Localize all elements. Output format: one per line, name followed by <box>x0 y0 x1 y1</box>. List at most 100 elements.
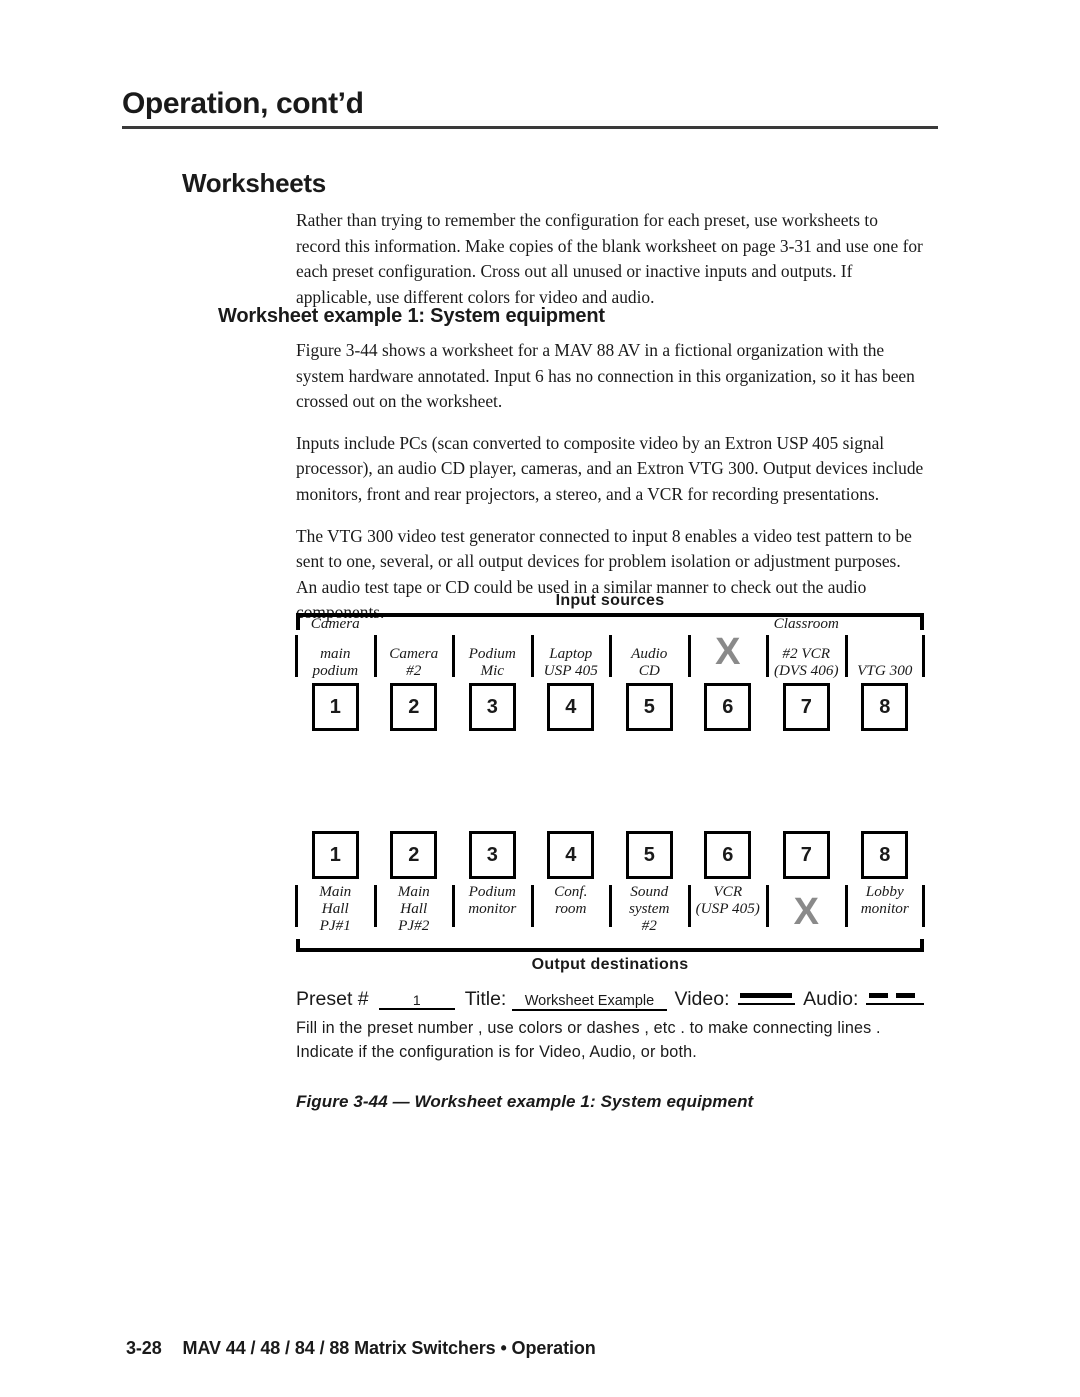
output-box-7[interactable]: 7 <box>782 831 830 879</box>
paragraph-inputs-outputs: Inputs include PCs (scan converted to co… <box>296 432 924 504</box>
divider-bar <box>373 635 377 677</box>
output-label-4-line-1: Conf. <box>554 883 588 900</box>
output-number-cell: 3 <box>453 831 532 879</box>
preset-number-field[interactable]: 1 <box>378 992 455 1010</box>
output-number-row: 1 2 3 4 5 6 7 8 <box>296 831 924 879</box>
output-destinations-heading: Output destinations <box>531 956 689 973</box>
worksheet-instruction-2: Indicate if the configuration is for Vid… <box>296 1043 697 1061</box>
input-label-8-line-1: VTG 300 <box>857 662 913 679</box>
input-box-5[interactable]: 5 <box>625 683 673 731</box>
running-header-title: Operation, cont’d <box>122 87 364 120</box>
output-label-1-line-2: Hall <box>321 900 349 917</box>
input-label-2: Camera #2 <box>373 617 454 679</box>
title-field[interactable]: Worksheet Example <box>512 993 667 1011</box>
output-label-1: Main Hall PJ#1 <box>295 883 375 945</box>
output-label-4: Conf. room <box>530 883 611 945</box>
output-label-1-line-1: Main <box>319 883 352 900</box>
paragraph-intro: Rather than trying to remember the confi… <box>296 210 923 307</box>
preset-label: Preset # <box>296 988 369 1010</box>
output-label-8: Lobby monitor <box>844 883 925 945</box>
input-box-8[interactable]: 8 <box>861 683 909 731</box>
output-number-cell: 1 <box>296 831 375 879</box>
input-label-2-line-1: Camera <box>389 645 439 662</box>
crossout-x-icon: X <box>715 631 741 673</box>
video-line-field[interactable] <box>737 993 796 1005</box>
input-label-7: Classroom #2 VCR (DVS 406) <box>766 615 846 679</box>
output-box-4[interactable]: 4 <box>547 831 595 879</box>
crossout-x-icon: X <box>793 891 819 933</box>
output-label-2: Main Hall PJ#2 <box>373 883 454 945</box>
input-label-1-line-3: podium <box>312 662 359 679</box>
worksheet-instruction-1: Fill in the preset number , use colors o… <box>296 1019 881 1037</box>
output-number-cell: 8 <box>846 831 925 879</box>
input-label-3-line-2: Mic <box>480 662 505 679</box>
output-label-3-line-2: monitor <box>468 900 517 917</box>
input-box-2[interactable]: 2 <box>390 683 438 731</box>
input-box-1[interactable]: 1 <box>311 683 359 731</box>
output-label-2-line-1: Main <box>397 883 430 900</box>
output-box-2[interactable]: 2 <box>390 831 438 879</box>
divider-bar <box>452 635 455 677</box>
input-label-6-crossed-out: X <box>687 617 768 679</box>
input-label-3-line-1: Podium <box>468 645 516 662</box>
input-label-1: Camera main podium <box>295 615 375 679</box>
output-number-cell: 5 <box>610 831 689 879</box>
output-label-3: Podium monitor <box>452 883 532 945</box>
input-number-cell: 2 <box>375 683 454 731</box>
figure-caption: Figure 3-44 — Worksheet example 1: Syste… <box>296 1092 754 1111</box>
input-label-band: Camera main podium Camera #2 Podium Mic … <box>295 615 925 679</box>
divider-bar <box>766 885 769 927</box>
input-box-6[interactable]: 6 <box>704 683 752 731</box>
output-label-5-line-1: Sound <box>630 883 669 900</box>
header-rule <box>122 125 938 129</box>
output-box-1[interactable]: 1 <box>311 831 359 879</box>
output-number-cell: 7 <box>767 831 846 879</box>
divider-bar-end <box>922 635 925 677</box>
output-bracket-line <box>296 939 924 952</box>
input-label-3: Podium Mic <box>452 617 532 679</box>
output-label-8-line-1: Lobby <box>865 883 904 900</box>
input-label-5: Audio CD <box>609 617 689 679</box>
output-label-2-line-3: PJ#2 <box>398 917 430 934</box>
divider-bar <box>295 885 298 927</box>
output-box-5[interactable]: 5 <box>625 831 673 879</box>
input-number-row: 1 2 3 4 5 6 7 8 <box>296 683 924 731</box>
divider-bar <box>609 885 612 927</box>
divider-bar <box>530 885 534 927</box>
divider-bar <box>687 635 691 677</box>
audio-line-field[interactable] <box>866 993 924 1005</box>
divider-bar <box>452 885 455 927</box>
output-box-3[interactable]: 3 <box>468 831 516 879</box>
divider-bar <box>373 885 377 927</box>
input-label-4-line-1: Laptop <box>549 645 593 662</box>
input-label-2-line-2: #2 <box>406 662 422 679</box>
worksheet-connection-area <box>296 731 924 827</box>
output-label-6-line-2: (USP 405) <box>695 900 760 917</box>
worksheet-figure: Input sources Camera main podium Camera … <box>295 592 925 1112</box>
output-label-4-line-2: room <box>554 900 587 917</box>
output-box-6[interactable]: 6 <box>704 831 752 879</box>
paragraph-figure-intro: Figure 3-44 shows a worksheet for a MAV … <box>296 340 915 412</box>
input-label-8: VTG 300 <box>844 617 925 679</box>
output-label-5-line-2: system <box>629 900 670 917</box>
divider-bar <box>766 635 769 677</box>
output-number-cell: 6 <box>689 831 768 879</box>
solid-line-icon <box>740 993 793 998</box>
input-box-3[interactable]: 3 <box>468 683 516 731</box>
divider-bar <box>687 885 691 927</box>
page-footer: 3-28 MAV 44 / 48 / 84 / 88 Matrix Switch… <box>126 1338 596 1359</box>
audio-label: Audio: <box>803 988 859 1010</box>
input-number-cell: 4 <box>532 683 611 731</box>
footer-document-title: MAV 44 / 48 / 84 / 88 Matrix Switchers •… <box>182 1338 596 1358</box>
output-label-3-line-1: Podium <box>468 883 516 900</box>
input-label-1-line-2: main <box>320 645 351 662</box>
divider-bar <box>609 635 612 677</box>
input-box-4[interactable]: 4 <box>547 683 595 731</box>
input-box-7[interactable]: 7 <box>782 683 830 731</box>
intro-paragraph-block: Rather than trying to remember the confi… <box>296 208 924 326</box>
output-box-8[interactable]: 8 <box>861 831 909 879</box>
divider-bar <box>530 635 534 677</box>
divider-bar-end <box>922 885 925 927</box>
video-label: Video: <box>674 988 730 1010</box>
input-number-cell: 1 <box>296 683 375 731</box>
